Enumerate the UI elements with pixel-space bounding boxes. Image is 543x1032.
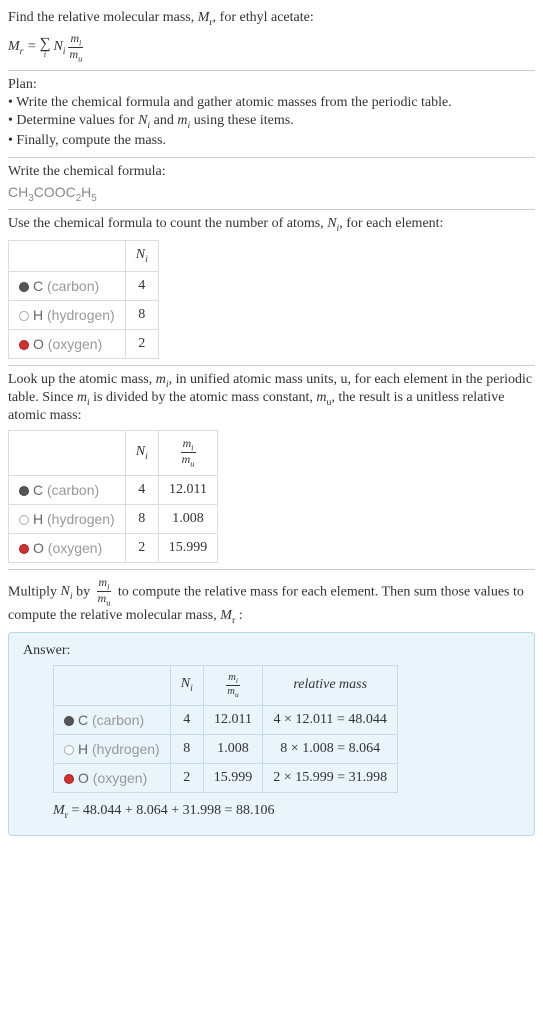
hydrogen-dot-icon [64, 745, 74, 755]
intro-text: Find the relative molecular mass, Mr, fo… [8, 10, 535, 28]
oxygen-dot-icon [19, 340, 29, 350]
count-section: Use the chemical formula to count the nu… [8, 210, 535, 366]
col-ni: Ni [125, 430, 158, 475]
table-header-row: Ni mimu [9, 430, 218, 475]
table-row: H (hydrogen) 8 1.008 8 × 1.008 = 8.064 [54, 734, 398, 763]
answer-label: Answer: [23, 643, 520, 659]
chem-formula-title: Write the chemical formula: [8, 164, 535, 180]
plan-item: • Determine values for Ni and mi using t… [8, 113, 535, 131]
table-row: O (oxygen) 2 [9, 330, 159, 359]
table-row: C (carbon) 4 12.011 [9, 475, 218, 504]
plan-title: Plan: [8, 77, 535, 93]
oxygen-dot-icon [19, 544, 29, 554]
plan-item: • Write the chemical formula and gather … [8, 95, 535, 111]
count-title: Use the chemical formula to count the nu… [8, 216, 535, 234]
fraction-icon: mi mu [68, 32, 85, 64]
col-ni: Ni [125, 241, 158, 272]
table-header-row: Ni [9, 241, 159, 272]
carbon-dot-icon [19, 282, 29, 292]
carbon-dot-icon [19, 486, 29, 496]
col-mimu: mimu [203, 665, 263, 705]
intro-formula: Mr = ∑i Ni mi mu [8, 32, 535, 64]
col-ni: Ni [170, 665, 203, 705]
multiply-text: Multiply Ni by mimu to compute the relat… [8, 576, 535, 626]
carbon-dot-icon [64, 716, 74, 726]
answer-box: Answer: Ni mimu relative mass C (carbon)… [8, 632, 535, 836]
table-row: O (oxygen) 2 15.999 2 × 15.999 = 31.998 [54, 763, 398, 792]
table-header-row: Ni mimu relative mass [54, 665, 398, 705]
hydrogen-dot-icon [19, 515, 29, 525]
plan-item: • Finally, compute the mass. [8, 133, 535, 149]
mass-section: Look up the atomic mass, mi, in unified … [8, 366, 535, 570]
table-row: O (oxygen) 2 15.999 [9, 533, 218, 562]
plan-section: Plan: • Write the chemical formula and g… [8, 71, 535, 158]
table-row: H (hydrogen) 8 1.008 [9, 504, 218, 533]
hydrogen-dot-icon [19, 311, 29, 321]
table-row: H (hydrogen) 8 [9, 301, 159, 330]
mass-title: Look up the atomic mass, mi, in unified … [8, 372, 535, 424]
chem-formula-section: Write the chemical formula: CH3COOC2H5 [8, 158, 535, 211]
answer-section: Multiply Ni by mimu to compute the relat… [8, 570, 535, 842]
col-relmass: relative mass [263, 665, 398, 705]
table-row: C (carbon) 4 12.011 4 × 12.011 = 48.044 [54, 705, 398, 734]
fraction-icon: mimu [96, 576, 113, 608]
mass-table: Ni mimu C (carbon) 4 12.011 H (hydrogen)… [8, 430, 218, 563]
col-mimu: mimu [158, 430, 218, 475]
intro-section: Find the relative molecular mass, Mr, fo… [8, 4, 535, 71]
answer-table: Ni mimu relative mass C (carbon) 4 12.01… [53, 665, 398, 793]
count-table: Ni C (carbon) 4 H (hydrogen) 8 O (oxygen… [8, 240, 159, 359]
table-row: C (carbon) 4 [9, 272, 159, 301]
final-result: Mr = 48.044 + 8.064 + 31.998 = 88.106 [53, 803, 520, 821]
chem-formula-value: CH3COOC2H5 [8, 184, 535, 204]
sigma-icon: ∑i [39, 36, 50, 60]
oxygen-dot-icon [64, 774, 74, 784]
